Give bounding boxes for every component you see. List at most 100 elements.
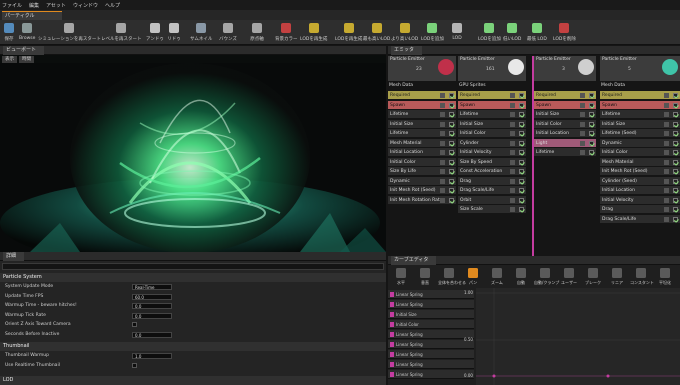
graph-icon[interactable]: [580, 102, 585, 108]
module-enable-checkbox[interactable]: [519, 140, 524, 146]
section-lod[interactable]: LOD: [0, 376, 386, 385]
graph-icon[interactable]: [510, 102, 515, 108]
curve-editor-tab[interactable]: カーブエディタ: [391, 256, 437, 265]
graph-icon[interactable]: [510, 178, 515, 184]
graph-icon[interactable]: [664, 102, 669, 108]
emitter-module[interactable]: Lifetime: [458, 110, 526, 119]
toolbar-browse-button[interactable]: Browse: [19, 22, 35, 44]
emitter-module[interactable]: Initial Location: [388, 148, 456, 157]
module-enable-checkbox[interactable]: [673, 140, 678, 146]
emitter-module[interactable]: Lifetime: [600, 110, 680, 119]
emitter-module[interactable]: Required: [534, 91, 596, 100]
toolbar-save-button[interactable]: 保存: [2, 22, 16, 44]
curve-track[interactable]: Linear Spring: [388, 350, 474, 359]
module-enable-checkbox[interactable]: [589, 121, 594, 127]
module-enable-checkbox[interactable]: [673, 121, 678, 127]
section-particle-system[interactable]: Particle System: [0, 273, 386, 282]
graph-icon[interactable]: [440, 150, 445, 155]
curve-track[interactable]: Linear Spring: [388, 300, 474, 309]
module-enable-checkbox[interactable]: [449, 188, 454, 193]
emitter-type-data[interactable]: GPU Sprites: [458, 82, 526, 90]
emitter-module[interactable]: Init Mesh Rot (Seed): [388, 186, 456, 195]
module-enable-checkbox[interactable]: [449, 159, 454, 165]
graph-icon[interactable]: [440, 169, 445, 174]
emitter-module[interactable]: Initial Location: [534, 129, 596, 138]
emitter-module[interactable]: Size Scale: [458, 205, 526, 214]
emitter-module[interactable]: Drag: [600, 205, 680, 214]
module-enable-checkbox[interactable]: [673, 188, 678, 193]
emitters-tab[interactable]: エミッタ: [391, 46, 423, 55]
toolbar-lower-lod-button[interactable]: 低いLOD: [503, 22, 521, 44]
curve-graph[interactable]: 1.00 0.50 0.00: [464, 288, 680, 385]
module-enable-checkbox[interactable]: [673, 207, 678, 212]
toolbar-regen-lod2-button[interactable]: LODを再生成: [335, 22, 362, 44]
toolbar-restart-sim-button[interactable]: シミュレーションを再スタート: [38, 22, 101, 44]
module-enable-checkbox[interactable]: [519, 197, 524, 203]
module-enable-checkbox[interactable]: [519, 159, 524, 165]
curve-tool-button[interactable]: 自動: [510, 266, 532, 288]
emitter-module[interactable]: Required: [388, 91, 456, 100]
curve-track[interactable]: Initial Color: [388, 320, 474, 329]
menu-help[interactable]: ヘルプ: [105, 2, 120, 9]
module-enable-checkbox[interactable]: [519, 188, 524, 193]
module-enable-checkbox[interactable]: [519, 121, 524, 127]
emitter-module[interactable]: Initial Color: [388, 157, 456, 167]
emitter-module[interactable]: Spawn: [458, 100, 526, 110]
detail-checkbox[interactable]: [132, 322, 137, 327]
emitter-module[interactable]: Initial Color: [458, 129, 526, 138]
emitter-type-data[interactable]: Mesh Data: [600, 82, 680, 90]
graph-icon[interactable]: [664, 169, 669, 174]
curve-track[interactable]: Linear Spring: [388, 340, 474, 349]
emitter-header[interactable]: Particle Emitter 23: [388, 56, 456, 81]
emitter-module[interactable]: Dynamic: [388, 176, 456, 186]
emitter-module[interactable]: Initial Color: [600, 148, 680, 157]
graph-icon[interactable]: [664, 216, 669, 222]
graph-icon[interactable]: [510, 197, 515, 203]
toolbar-lod-button[interactable]: LOD: [450, 22, 464, 44]
emitter-module[interactable]: Drag Scale/Life: [458, 186, 526, 195]
module-enable-checkbox[interactable]: [449, 169, 454, 174]
emitter-module[interactable]: Lifetime: [534, 148, 596, 157]
document-tab[interactable]: パーティクル: [2, 11, 62, 20]
emitter-module[interactable]: Lifetime (Seed): [600, 129, 680, 138]
emitter-header[interactable]: Particle Emitter 5: [600, 56, 680, 81]
module-enable-checkbox[interactable]: [673, 159, 678, 165]
curve-track[interactable]: Linear Spring: [388, 330, 474, 339]
curve-tool-button[interactable]: 自動/クランプ: [534, 266, 559, 288]
graph-icon[interactable]: [510, 169, 515, 174]
graph-icon[interactable]: [580, 121, 585, 127]
module-enable-checkbox[interactable]: [519, 150, 524, 155]
module-enable-checkbox[interactable]: [449, 140, 454, 146]
detail-value-input[interactable]: 0.0: [132, 312, 172, 319]
emitter-module[interactable]: Orbit: [458, 195, 526, 205]
details-search-input[interactable]: [2, 263, 384, 270]
module-enable-checkbox[interactable]: [449, 121, 454, 127]
emitter-module[interactable]: Initial Size: [388, 119, 456, 129]
menu-edit[interactable]: 編集: [29, 2, 39, 9]
module-enable-checkbox[interactable]: [519, 169, 524, 174]
detail-value-input[interactable]: 60.0: [132, 293, 172, 300]
graph-icon[interactable]: [664, 159, 669, 165]
emitter-module[interactable]: Lifetime: [388, 129, 456, 138]
curve-tool-button[interactable]: 水平: [390, 266, 412, 288]
module-enable-checkbox[interactable]: [673, 216, 678, 222]
graph-icon[interactable]: [580, 93, 585, 98]
module-enable-checkbox[interactable]: [673, 178, 678, 184]
toolbar-highest-lod-button[interactable]: 最も高いLOD: [363, 22, 390, 44]
module-enable-checkbox[interactable]: [519, 207, 524, 212]
graph-icon[interactable]: [440, 112, 445, 117]
emitter-module[interactable]: Initial Location: [600, 186, 680, 195]
emitter-module[interactable]: Spawn: [388, 100, 456, 110]
toolbar-restart-level-button[interactable]: レベルを再スタート: [101, 22, 142, 44]
module-enable-checkbox[interactable]: [589, 150, 594, 155]
graph-icon[interactable]: [664, 207, 669, 212]
emitter-module[interactable]: Size By Speed: [458, 157, 526, 167]
module-enable-checkbox[interactable]: [589, 93, 594, 98]
module-enable-checkbox[interactable]: [673, 169, 678, 174]
show-button[interactable]: 表示: [2, 56, 17, 63]
section-thumbnail[interactable]: Thumbnail: [0, 342, 386, 351]
module-enable-checkbox[interactable]: [673, 112, 678, 117]
curve-tool-button[interactable]: コンスタント: [630, 266, 654, 288]
module-enable-checkbox[interactable]: [589, 112, 594, 117]
module-enable-checkbox[interactable]: [673, 197, 678, 203]
